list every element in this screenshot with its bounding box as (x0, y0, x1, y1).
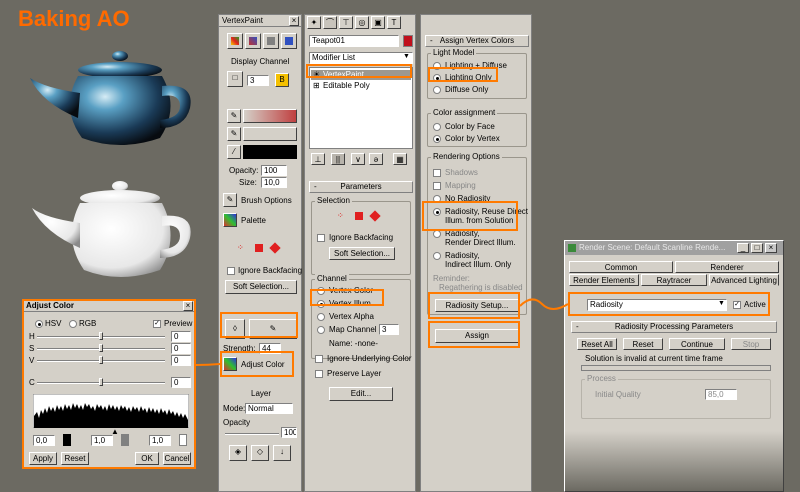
connector-lines (195, 298, 569, 366)
